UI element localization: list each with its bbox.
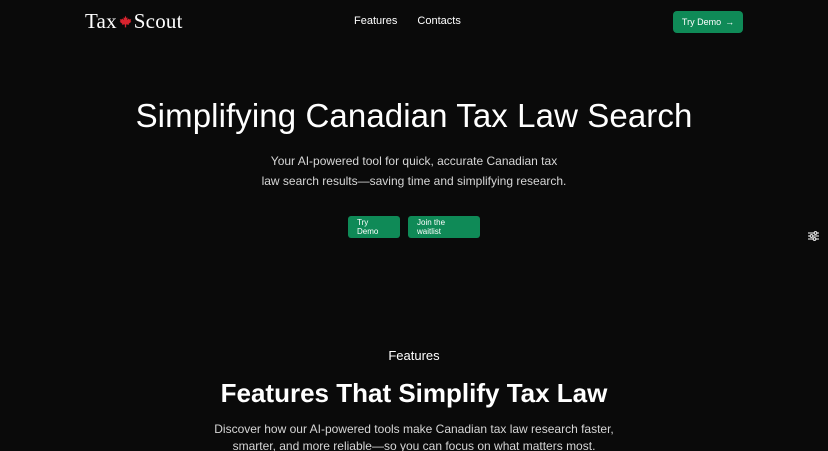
- hero-subtitle-line-2: law search results—saving time and simpl…: [261, 174, 567, 188]
- hero-buttons: Try Demo Join the waitlist: [348, 216, 480, 238]
- page: Tax Scout Features Contacts Try Demo → S…: [0, 0, 828, 451]
- features-title: Features That Simplify Tax Law: [220, 378, 608, 408]
- settings-sliders-icon[interactable]: [806, 229, 820, 243]
- features-eyebrow: Features: [388, 348, 440, 363]
- hero-title: Simplifying Canadian Tax Law Search: [135, 97, 693, 134]
- arrow-right-icon: →: [725, 17, 735, 27]
- main-nav: Features Contacts: [354, 15, 461, 27]
- hero-subtitle-line-1: Your AI-powered tool for quick, accurate…: [270, 154, 558, 168]
- join-waitlist-button[interactable]: Join the waitlist: [408, 216, 480, 238]
- header-try-demo-button[interactable]: Try Demo →: [673, 11, 743, 33]
- logo-text-left: Tax: [85, 9, 117, 33]
- features-subtitle: Discover how our AI-powered tools make C…: [0, 421, 828, 451]
- try-demo-button[interactable]: Try Demo: [348, 216, 400, 238]
- nav-link-contacts[interactable]: Contacts: [417, 15, 460, 27]
- maple-leaf-icon: [119, 15, 132, 28]
- nav-link-features[interactable]: Features: [354, 15, 397, 27]
- logo[interactable]: Tax Scout: [85, 9, 183, 34]
- hero-subtitle: Your AI-powered tool for quick, accurate…: [0, 151, 828, 191]
- logo-text-right: Scout: [133, 9, 183, 33]
- features-subtitle-line-2: smarter, and more reliable—so you can fo…: [232, 439, 596, 451]
- features-subtitle-line-1: Discover how our AI-powered tools make C…: [214, 422, 614, 436]
- header-try-demo-label: Try Demo: [681, 17, 722, 27]
